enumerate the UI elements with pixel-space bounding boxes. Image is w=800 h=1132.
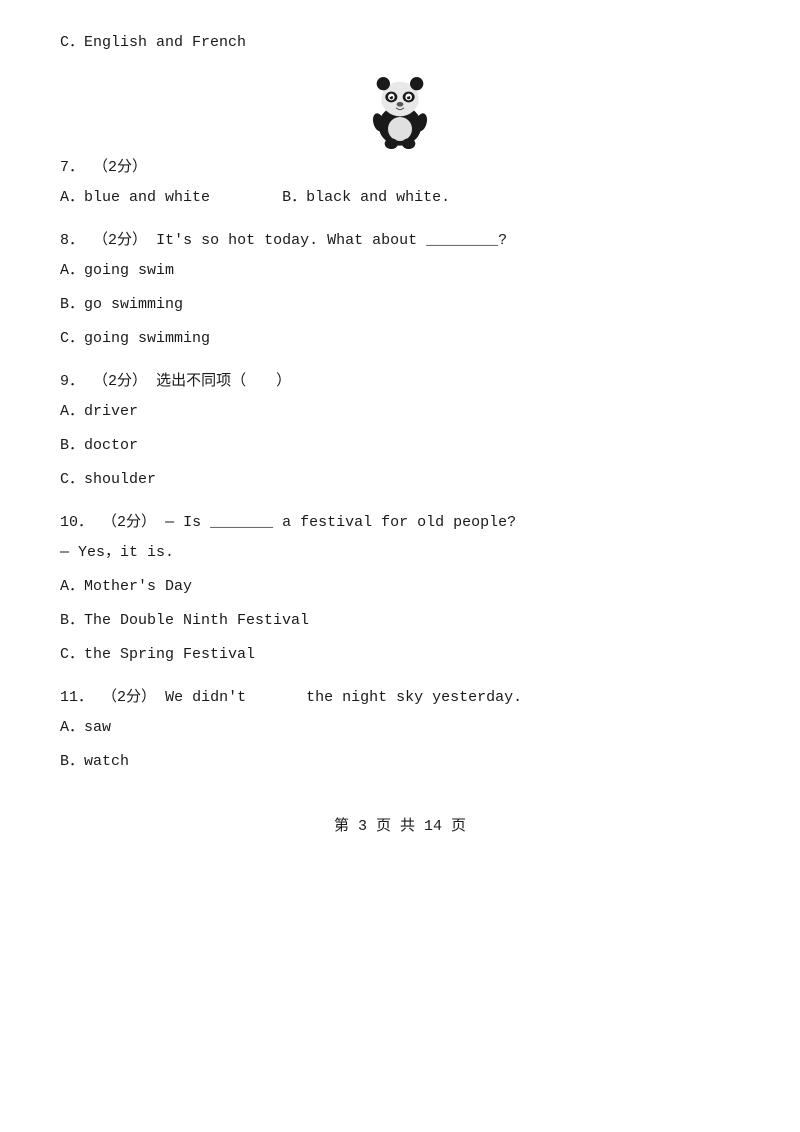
q10-option-c: C．the Spring Festival [60, 643, 740, 667]
c-option-top-text: C．English and French [60, 34, 246, 51]
q9-option-c: C．shoulder [60, 468, 740, 492]
q11-points: （2分） [102, 689, 156, 706]
q10-stem: 10． （2分） — Is _______ a festival for old… [60, 510, 740, 531]
q9-option-b: B．doctor [60, 434, 740, 458]
q7-number: 7． [60, 159, 84, 176]
q11-stem: 11． （2分） We didn't the night sky yesterd… [60, 685, 740, 706]
q8-option-c: C．going swimming [60, 327, 740, 351]
q10-response: — Yes，it is. [60, 541, 740, 565]
question-8: 8． （2分） It's so hot today. What about __… [60, 228, 740, 351]
c-option-top: C．English and French [60, 30, 740, 51]
q7-stem: 7． （2分） [60, 155, 740, 176]
q9-stem-text: 选出不同项（ ） [156, 373, 291, 390]
page-number: 第 3 页 共 14 页 [334, 818, 466, 835]
q8-points: （2分） [93, 232, 147, 249]
question-11: 11． （2分） We didn't the night sky yesterd… [60, 685, 740, 774]
question-10: 10． （2分） — Is _______ a festival for old… [60, 510, 740, 667]
q11-option-b: B．watch [60, 750, 740, 774]
q10-points: （2分） [102, 514, 156, 531]
q11-number: 11． [60, 689, 93, 706]
q10-number: 10． [60, 514, 93, 531]
q8-option-a: A．going swim [60, 259, 740, 283]
q10-option-a: A．Mother's Day [60, 575, 740, 599]
q9-number: 9． [60, 373, 84, 390]
question-7: 7． （2分） A．blue and white B．black and whi… [60, 155, 740, 210]
q10-stem-text: — Is _______ a festival for old people? [165, 514, 516, 531]
panda-svg [360, 69, 440, 149]
q9-points: （2分） [93, 373, 147, 390]
q8-number: 8． [60, 232, 84, 249]
q9-stem: 9． （2分） 选出不同项（ ） [60, 369, 740, 390]
q7-option-a: A．blue and white B．black and white. [60, 186, 740, 210]
q9-option-a: A．driver [60, 400, 740, 424]
q10-option-b: B．The Double Ninth Festival [60, 609, 740, 633]
q8-stem: 8． （2分） It's so hot today. What about __… [60, 228, 740, 249]
question-9: 9． （2分） 选出不同项（ ） A．driver B．doctor C．sho… [60, 369, 740, 492]
page-footer: 第 3 页 共 14 页 [60, 814, 740, 835]
q8-stem-text: It's so hot today. What about ________? [156, 232, 507, 249]
q11-stem-text: We didn't the night sky yesterday. [165, 689, 522, 706]
q11-option-a: A．saw [60, 716, 740, 740]
q8-option-b: B．go swimming [60, 293, 740, 317]
panda-image [60, 69, 740, 149]
q7-points: （2分） [93, 159, 147, 176]
